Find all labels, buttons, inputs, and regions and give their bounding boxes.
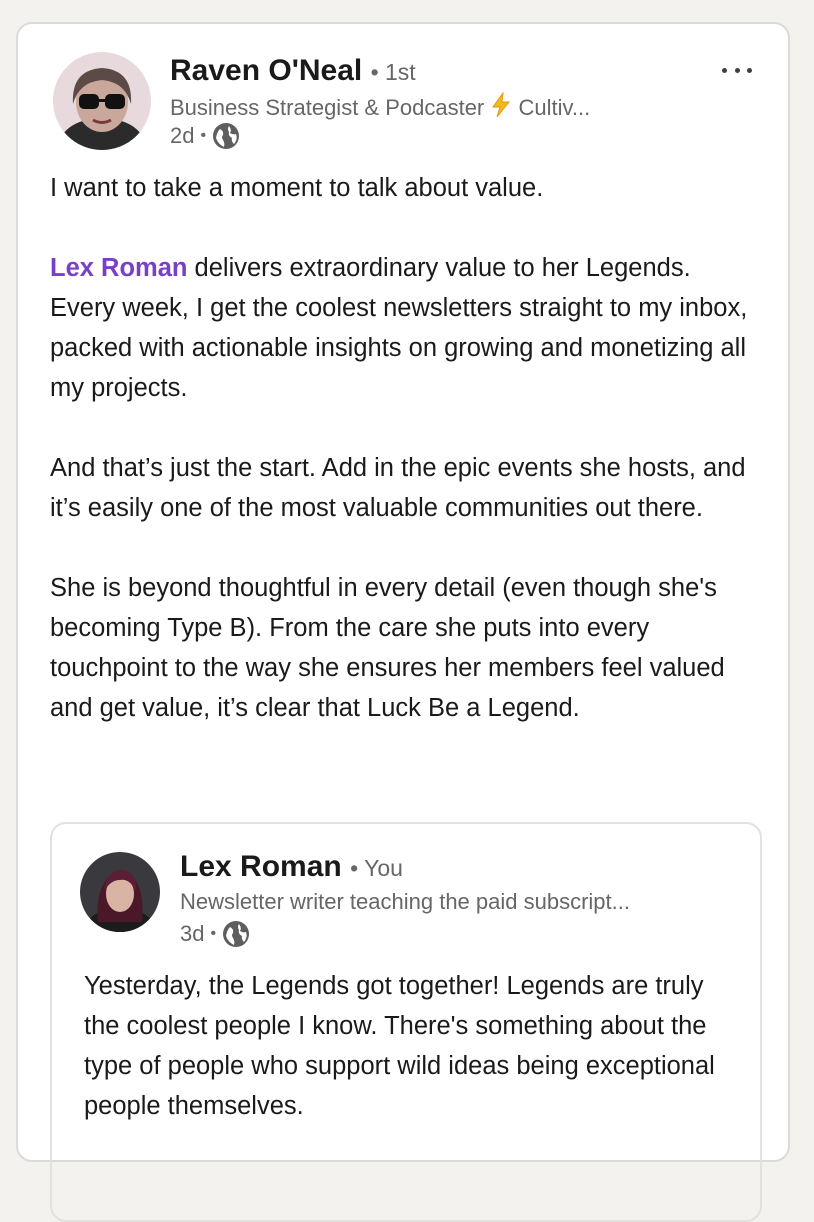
- connection-degree: • 1st: [370, 59, 416, 85]
- quoted-post-time: 3d: [180, 921, 205, 946]
- ellipsis-icon: [722, 67, 727, 73]
- quoted-author-avatar[interactable]: [80, 852, 160, 932]
- lightning-icon: [490, 92, 512, 125]
- post-time: 2d: [170, 123, 195, 148]
- post-paragraph-1: I want to take a moment to talk about va…: [50, 174, 544, 202]
- quoted-post-body: Yesterday, the Legends got together! Leg…: [84, 972, 715, 1120]
- more-options-button[interactable]: [720, 60, 754, 80]
- globe-icon: [222, 920, 250, 948]
- quoted-author-headline: Newsletter writer teaching the paid subs…: [180, 889, 630, 914]
- globe-icon: [212, 122, 240, 150]
- quoted-meta-separator: •: [210, 925, 217, 942]
- post-meta: 2d •: [170, 122, 240, 150]
- post-card: Raven O'Neal • 1st Business Strategist &…: [16, 22, 790, 1222]
- post-body: I want to take a moment to talk about va…: [50, 168, 760, 728]
- author-avatar[interactable]: [53, 52, 151, 150]
- post-paragraph-2: Lex Roman delivers extraordinary value t…: [50, 254, 748, 402]
- meta-separator: •: [200, 127, 207, 144]
- quoted-post[interactable]: Lex Roman • You Newsletter writer teachi…: [50, 822, 762, 1222]
- quoted-post-meta: 3d •: [180, 920, 250, 948]
- post-paragraph-4: She is beyond thoughtful in every detail…: [50, 574, 725, 722]
- post-paragraph-3: And that’s just the start. Add in the ep…: [50, 454, 746, 522]
- quoted-author-name[interactable]: Lex Roman • You: [180, 850, 403, 885]
- author-name[interactable]: Raven O'Neal • 1st: [170, 54, 416, 89]
- author-headline: Business Strategist & Podcaster Cultiv..…: [170, 92, 690, 125]
- quoted-author-relation: • You: [350, 855, 403, 881]
- mention-link[interactable]: Lex Roman: [50, 254, 187, 282]
